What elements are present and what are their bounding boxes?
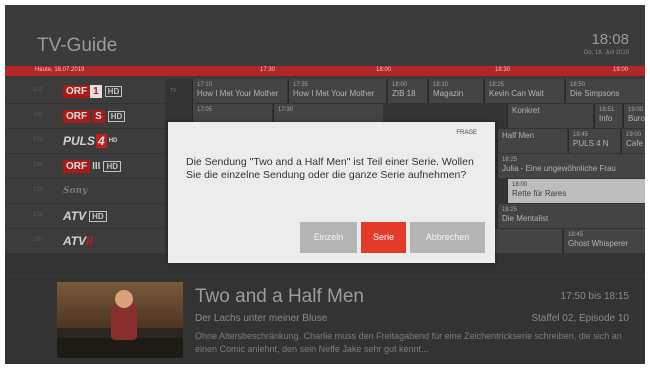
program-title: Two and a Half Men <box>195 286 364 307</box>
clock: 18:08 <box>591 31 629 48</box>
record-single-button[interactable]: Einzeln <box>300 222 357 253</box>
season-episode: Staffel 02, Episode 10 <box>531 313 629 324</box>
cancel-button[interactable]: Abbrechen <box>410 222 485 253</box>
timeline-tick: 17:30 <box>260 67 276 73</box>
record-series-button[interactable]: Serie <box>361 222 406 253</box>
page-title: TV-Guide <box>37 35 118 56</box>
episode-title: Der Lachs unter meiner Bluse <box>195 313 328 324</box>
current-date: Do, 18. Juli 2019 <box>583 50 629 56</box>
record-series-dialog: FRAGE Die Sendung "Two and a Half Men" i… <box>168 122 495 263</box>
program-time: 17:50 bis 18:15 <box>560 291 629 302</box>
timeline-today: Heute, 18.07.2019 <box>35 67 85 73</box>
program-description: Ohne Altersbeschränkung. Charlie muss de… <box>195 331 622 354</box>
program-thumbnail <box>57 282 183 358</box>
dialog-tag: FRAGE <box>456 130 477 136</box>
timeline-tick: 18:30 <box>495 67 511 73</box>
program-detail-panel: Two and a Half Men 17:50 bis 18:15 Der L… <box>5 276 645 364</box>
timeline-tick: 19:00 <box>613 67 629 73</box>
timeline-tick: 18:00 <box>376 67 392 73</box>
timeline-bar: Heute, 18.07.2019 17:30 18:00 18:30 19:0… <box>5 66 645 76</box>
dialog-message: Die Sendung "Two and a Half Men" ist Tei… <box>186 156 474 181</box>
